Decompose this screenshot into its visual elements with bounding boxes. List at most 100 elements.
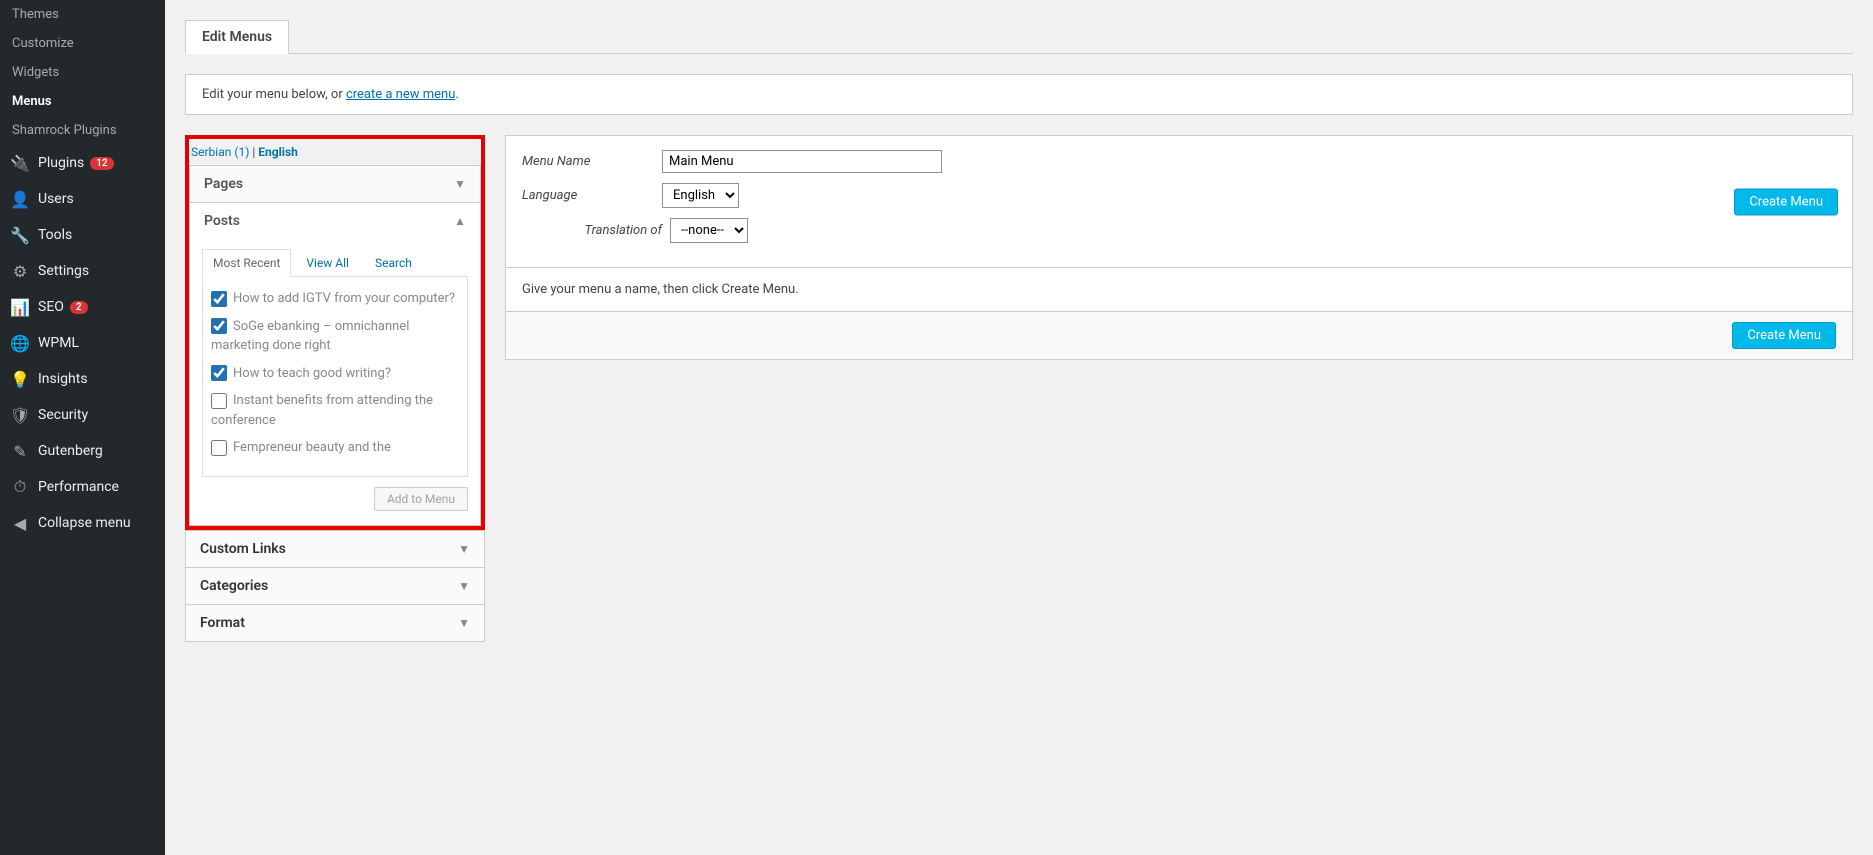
- post-checkbox[interactable]: [211, 393, 227, 409]
- highlight-box: Serbian (1) | English Pages ▼ Posts ▲: [185, 135, 485, 530]
- chevron-down-icon: ▼: [458, 579, 470, 593]
- language-select[interactable]: English: [662, 183, 739, 208]
- sidebar-item-label: WPML: [38, 335, 79, 351]
- accordion-pages-label: Pages: [204, 176, 243, 192]
- accordion-pages-toggle[interactable]: Pages ▼: [190, 166, 480, 202]
- post-item: How to add IGTV from your computer?: [211, 285, 459, 313]
- accordion-custom-links-toggle[interactable]: Custom Links ▼: [186, 531, 484, 567]
- sidebar-item-label: Tools: [38, 227, 72, 243]
- lightbulb-icon: 💡: [10, 369, 30, 389]
- sidebar-item-users[interactable]: 👤 Users: [0, 181, 165, 217]
- sidebar-item-label: Users: [38, 191, 74, 207]
- create-menu-button-top[interactable]: Create Menu: [1734, 188, 1838, 215]
- admin-sidebar: Themes Customize Widgets Menus Shamrock …: [0, 0, 165, 855]
- sidebar-item-wpml[interactable]: 🌐 WPML: [0, 325, 165, 361]
- tab-edit-menus[interactable]: Edit Menus: [185, 20, 289, 54]
- tab-search[interactable]: Search: [364, 249, 423, 276]
- info-notice: Edit your menu below, or create a new me…: [185, 74, 1853, 115]
- sidebar-item-seo[interactable]: 📊 SEO 2: [0, 289, 165, 325]
- gauge-icon: ⏱: [10, 477, 30, 497]
- sidebar-sub-themes[interactable]: Themes: [0, 0, 165, 29]
- sidebar-item-label: Plugins: [38, 155, 84, 171]
- posts-list[interactable]: How to add IGTV from your computer? SoGe…: [202, 277, 468, 477]
- lang-english-link[interactable]: English: [258, 145, 298, 159]
- sidebar-item-label: Insights: [38, 371, 88, 387]
- user-icon: 👤: [10, 189, 30, 209]
- language-switch: Serbian (1) | English: [189, 139, 481, 165]
- chevron-down-icon: ▼: [458, 542, 470, 556]
- chevron-up-icon: ▲: [454, 214, 466, 228]
- post-item: Instant benefits from attending the conf…: [211, 387, 459, 434]
- collapse-icon: ◀: [10, 513, 30, 533]
- lang-serbian-link[interactable]: Serbian (1): [191, 145, 249, 159]
- add-to-menu-button[interactable]: Add to Menu: [374, 487, 468, 511]
- sidebar-item-plugins[interactable]: 🔌 Plugins 12: [0, 145, 165, 181]
- post-label: SoGe ebanking – omnichannel marketing do…: [211, 319, 409, 354]
- accordion-categories: Categories ▼: [185, 568, 485, 605]
- translation-label: Translation of: [522, 223, 662, 238]
- sidebar-item-performance[interactable]: ⏱ Performance: [0, 469, 165, 505]
- menu-name-label: Menu Name: [522, 154, 662, 169]
- accordion-posts-label: Posts: [204, 213, 240, 229]
- post-checkbox[interactable]: [211, 291, 227, 307]
- menu-form: Menu Name Language English Translation o…: [505, 135, 1853, 268]
- sidebar-sub-shamrock[interactable]: Shamrock Plugins: [0, 116, 165, 145]
- wrench-icon: 🔧: [10, 225, 30, 245]
- sidebar-item-label: Security: [38, 407, 88, 423]
- tab-most-recent[interactable]: Most Recent: [202, 249, 291, 277]
- menu-notice-text: Give your menu a name, then click Create…: [522, 282, 799, 297]
- sidebar-item-label: SEO: [38, 299, 64, 315]
- shield-icon: 🛡: [10, 405, 30, 425]
- post-item: How to teach good writing?: [211, 360, 459, 388]
- sidebar-item-label: Settings: [38, 263, 89, 279]
- posts-tabs: Most Recent View All Search: [202, 249, 468, 277]
- sidebar-item-insights[interactable]: 💡 Insights: [0, 361, 165, 397]
- accordion-pages: Pages ▼: [189, 165, 481, 203]
- accordion-categories-label: Categories: [200, 578, 268, 594]
- accordion-custom-links-label: Custom Links: [200, 541, 286, 557]
- menu-footer: Create Menu: [505, 312, 1853, 360]
- translation-select[interactable]: --none--: [670, 218, 748, 243]
- accordion-format-label: Format: [200, 615, 245, 631]
- sidebar-sub-menus[interactable]: Menus: [0, 87, 165, 116]
- post-item: SoGe ebanking – omnichannel marketing do…: [211, 313, 459, 360]
- sidebar-item-collapse[interactable]: ◀ Collapse menu: [0, 505, 165, 541]
- post-checkbox[interactable]: [211, 318, 227, 334]
- globe-icon: 🌐: [10, 333, 30, 353]
- post-label: How to add IGTV from your computer?: [233, 291, 455, 306]
- tab-bar: Edit Menus: [185, 20, 1853, 54]
- sidebar-item-settings[interactable]: ⚙ Settings: [0, 253, 165, 289]
- accordion-posts-toggle[interactable]: Posts ▲: [190, 203, 480, 239]
- post-label: How to teach good writing?: [233, 366, 391, 381]
- post-label: Fempreneur beauty and the: [233, 440, 391, 455]
- sidebar-item-label: Collapse menu: [38, 515, 131, 531]
- sidebar-item-label: Gutenberg: [38, 443, 103, 459]
- accordion-categories-toggle[interactable]: Categories ▼: [186, 568, 484, 604]
- chevron-down-icon: ▼: [458, 616, 470, 630]
- create-menu-button-bottom[interactable]: Create Menu: [1732, 322, 1836, 349]
- menu-name-input[interactable]: [662, 150, 942, 173]
- accordion-custom-links: Custom Links ▼: [185, 530, 485, 568]
- chevron-down-icon: ▼: [454, 177, 466, 191]
- sidebar-item-tools[interactable]: 🔧 Tools: [0, 217, 165, 253]
- settings-sliders-icon: ⚙: [10, 261, 30, 281]
- plugins-badge: 12: [90, 157, 113, 170]
- plug-icon: 🔌: [10, 153, 30, 173]
- post-label: Instant benefits from attending the conf…: [211, 393, 433, 428]
- accordion-posts: Posts ▲ Most Recent View All Search How …: [189, 203, 481, 526]
- sidebar-sub-customize[interactable]: Customize: [0, 29, 165, 58]
- sidebar-item-security[interactable]: 🛡 Security: [0, 397, 165, 433]
- menu-settings-column: Menu Name Language English Translation o…: [505, 135, 1853, 360]
- main-content: Edit Menus Edit your menu below, or crea…: [165, 0, 1873, 855]
- seo-badge: 2: [70, 301, 88, 314]
- post-checkbox[interactable]: [211, 440, 227, 456]
- info-text: Edit your menu below, or: [202, 87, 346, 102]
- sidebar-item-gutenberg[interactable]: ✎ Gutenberg: [0, 433, 165, 469]
- tab-view-all[interactable]: View All: [295, 249, 360, 276]
- create-new-menu-link[interactable]: create a new menu: [346, 87, 455, 102]
- sidebar-sub-widgets[interactable]: Widgets: [0, 58, 165, 87]
- post-checkbox[interactable]: [211, 365, 227, 381]
- pencil-icon: ✎: [10, 441, 30, 461]
- language-label: Language: [522, 188, 662, 203]
- accordion-format-toggle[interactable]: Format ▼: [186, 605, 484, 641]
